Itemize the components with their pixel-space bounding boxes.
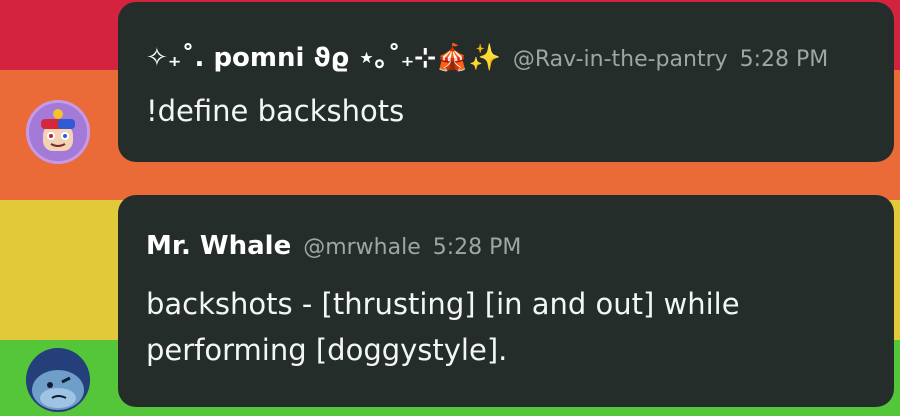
message-bubble[interactable]: ✧₊˚. pomni ϑϱ ⋆｡˚₊⊹🎪✨ @Rav-in-the-pantry 5… [118,2,894,162]
message-header: ✧₊˚. pomni ϑϱ ⋆｡˚₊⊹🎪✨ @Rav-in-the-pantry 5… [146,37,828,74]
whale-avatar-icon [26,348,90,412]
username-handle[interactable]: @Rav-in-the-pantry [513,47,728,72]
message-text: !define backshots [146,94,405,128]
display-name[interactable]: ✧₊˚. pomni ϑϱ ⋆｡˚₊⊹🎪✨ [146,43,501,73]
avatar-mr-whale[interactable] [26,348,90,412]
display-name[interactable]: Mr. Whale [146,231,291,261]
message-header: Mr. Whale @mrwhale 5:28 PM [146,231,521,261]
timestamp: 5:28 PM [739,47,829,72]
message-bubble[interactable]: Mr. Whale @mrwhale 5:28 PM backshots - [th… [118,195,894,407]
jester-avatar-icon [29,103,87,161]
avatar-pomni[interactable] [26,100,90,164]
timestamp: 5:28 PM [432,235,522,260]
username-handle[interactable]: @mrwhale [303,235,421,260]
message-text: backshots - [thrusting] [in and out] whi… [146,287,740,367]
